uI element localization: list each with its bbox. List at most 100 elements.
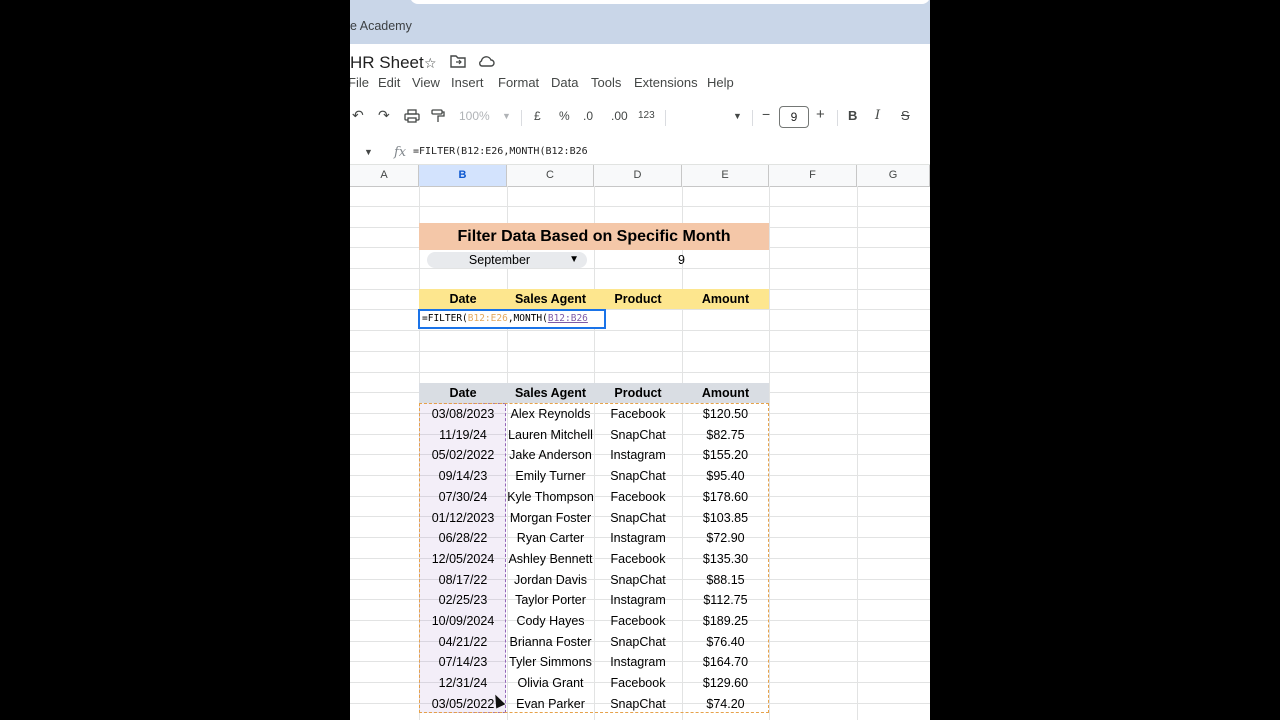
table-cell-agent[interactable]: Brianna Foster — [507, 632, 594, 652]
table-cell-product[interactable]: SnapChat — [594, 570, 682, 590]
table-cell-amount[interactable]: $189.25 — [682, 611, 769, 631]
cloud-status-icon[interactable] — [477, 54, 495, 72]
table-cell-amount[interactable]: $112.75 — [682, 590, 769, 610]
table-cell-product[interactable]: Instagram — [594, 652, 682, 672]
move-folder-icon[interactable] — [450, 54, 466, 72]
table-cell-agent[interactable]: Ashley Bennett — [507, 549, 594, 569]
redo-icon[interactable]: ↷ — [378, 107, 390, 124]
font-size-input[interactable]: 9 — [779, 106, 809, 128]
menu-file[interactable]: File — [350, 75, 369, 90]
column-header-a[interactable]: A — [350, 165, 419, 186]
table-cell-amount[interactable]: $120.50 — [682, 404, 769, 424]
column-header-e[interactable]: E — [682, 165, 769, 186]
filter-header-date[interactable]: Date — [419, 289, 507, 309]
table-cell-agent[interactable]: Jake Anderson — [507, 445, 594, 465]
table-cell-product[interactable]: Instagram — [594, 590, 682, 610]
column-header-f[interactable]: F — [769, 165, 857, 186]
column-header-d[interactable]: D — [594, 165, 682, 186]
table-cell-product[interactable]: Facebook — [594, 673, 682, 693]
table-cell-agent[interactable]: Kyle Thompson — [507, 487, 594, 507]
more-formats-button[interactable]: 123 — [638, 110, 655, 121]
name-box-chevron-icon[interactable]: ▼ — [364, 147, 373, 157]
table-cell-agent[interactable]: Morgan Foster — [507, 508, 594, 528]
table-cell-date[interactable]: 09/14/23 — [419, 466, 507, 486]
bold-button[interactable]: B — [848, 108, 857, 123]
menu-extensions[interactable]: Extensions — [634, 75, 698, 90]
table-cell-date[interactable]: 01/12/2023 — [419, 508, 507, 528]
table-cell-product[interactable]: Instagram — [594, 528, 682, 548]
formula-input[interactable]: =FILTER(B12:E26,MONTH(B12:B26 — [413, 146, 588, 157]
print-icon[interactable] — [404, 109, 420, 126]
sheet-title-banner[interactable]: Filter Data Based on Specific Month — [419, 223, 769, 250]
table-cell-amount[interactable]: $82.75 — [682, 425, 769, 445]
table-cell-date[interactable]: 02/25/23 — [419, 590, 507, 610]
table-cell-agent[interactable]: Olivia Grant — [507, 673, 594, 693]
table-cell-agent[interactable]: Emily Turner — [507, 466, 594, 486]
table-cell-date[interactable]: 07/14/23 — [419, 652, 507, 672]
table-cell-product[interactable]: SnapChat — [594, 466, 682, 486]
table-cell-amount[interactable]: $178.60 — [682, 487, 769, 507]
table-cell-date[interactable]: 08/17/22 — [419, 570, 507, 590]
dropdown-arrow-icon[interactable]: ▼ — [569, 252, 579, 268]
table-cell-agent[interactable]: Evan Parker — [507, 694, 594, 714]
table-cell-product[interactable]: Facebook — [594, 487, 682, 507]
table-cell-date[interactable]: 12/05/2024 — [419, 549, 507, 569]
strikethrough-button[interactable]: S — [901, 108, 910, 123]
table-cell-date[interactable]: 11/19/24 — [419, 425, 507, 445]
table-cell-amount[interactable]: $129.60 — [682, 673, 769, 693]
menu-insert[interactable]: Insert — [451, 75, 484, 90]
table-cell-date[interactable]: 07/30/24 — [419, 487, 507, 507]
table-cell-agent[interactable]: Tyler Simmons — [507, 652, 594, 672]
column-header-c[interactable]: C — [507, 165, 594, 186]
table-cell-amount[interactable]: $164.70 — [682, 652, 769, 672]
increase-font-size-icon[interactable]: + — [816, 106, 825, 123]
table-cell-date[interactable]: 03/08/2023 — [419, 404, 507, 424]
table-cell-product[interactable]: Instagram — [594, 445, 682, 465]
table-cell-product[interactable]: Facebook — [594, 404, 682, 424]
active-cell-editor[interactable]: =FILTER(B12:E26,MONTH(B12:B26 — [418, 309, 606, 329]
table-cell-amount[interactable]: $103.85 — [682, 508, 769, 528]
paint-format-icon[interactable] — [431, 109, 445, 126]
table-cell-date[interactable]: 12/31/24 — [419, 673, 507, 693]
zoom-select[interactable]: 100% — [459, 109, 490, 123]
column-header-g[interactable]: G — [857, 165, 930, 186]
table-header-agent[interactable]: Sales Agent — [507, 383, 594, 403]
month-dropdown[interactable]: September ▼ — [427, 252, 587, 268]
table-cell-date[interactable]: 06/28/22 — [419, 528, 507, 548]
filter-header-agent[interactable]: Sales Agent — [507, 289, 594, 309]
italic-button[interactable]: I — [875, 108, 880, 123]
menu-help[interactable]: Help — [707, 75, 734, 90]
table-cell-agent[interactable]: Ryan Carter — [507, 528, 594, 548]
table-cell-date[interactable]: 04/21/22 — [419, 632, 507, 652]
menu-format[interactable]: Format — [498, 75, 539, 90]
document-title[interactable]: HR Sheet — [350, 53, 424, 73]
currency-format-button[interactable]: £ — [534, 109, 541, 123]
table-cell-amount[interactable]: $135.30 — [682, 549, 769, 569]
browser-active-tab[interactable] — [410, 0, 930, 4]
undo-icon[interactable]: ↶ — [352, 107, 364, 124]
menu-view[interactable]: View — [412, 75, 440, 90]
zoom-chevron-icon[interactable]: ▼ — [502, 111, 511, 121]
menu-tools[interactable]: Tools — [591, 75, 621, 90]
formula-bar[interactable]: ▼ fx =FILTER(B12:E26,MONTH(B12:B26 — [350, 142, 930, 165]
table-cell-agent[interactable]: Taylor Porter — [507, 590, 594, 610]
table-cell-product[interactable]: SnapChat — [594, 632, 682, 652]
table-cell-agent[interactable]: Lauren Mitchell — [507, 425, 594, 445]
table-cell-product[interactable]: SnapChat — [594, 425, 682, 445]
filter-header-amount[interactable]: Amount — [682, 289, 769, 309]
table-cell-product[interactable]: Facebook — [594, 549, 682, 569]
percent-format-button[interactable]: % — [559, 109, 570, 123]
table-cell-product[interactable]: SnapChat — [594, 694, 682, 714]
table-header-amount[interactable]: Amount — [682, 383, 769, 403]
star-icon[interactable]: ☆ — [424, 54, 437, 72]
decrease-font-size-icon[interactable]: − — [762, 106, 770, 122]
column-header-b[interactable]: B — [419, 165, 507, 186]
decrease-decimal-button[interactable]: .0 — [583, 109, 593, 123]
increase-decimal-button[interactable]: .00 — [611, 109, 628, 123]
table-cell-product[interactable]: Facebook — [594, 611, 682, 631]
table-header-date[interactable]: Date — [419, 383, 507, 403]
table-cell-agent[interactable]: Alex Reynolds — [507, 404, 594, 424]
table-cell-product[interactable]: SnapChat — [594, 508, 682, 528]
font-chevron-icon[interactable]: ▼ — [733, 111, 742, 121]
filter-header-product[interactable]: Product — [594, 289, 682, 309]
